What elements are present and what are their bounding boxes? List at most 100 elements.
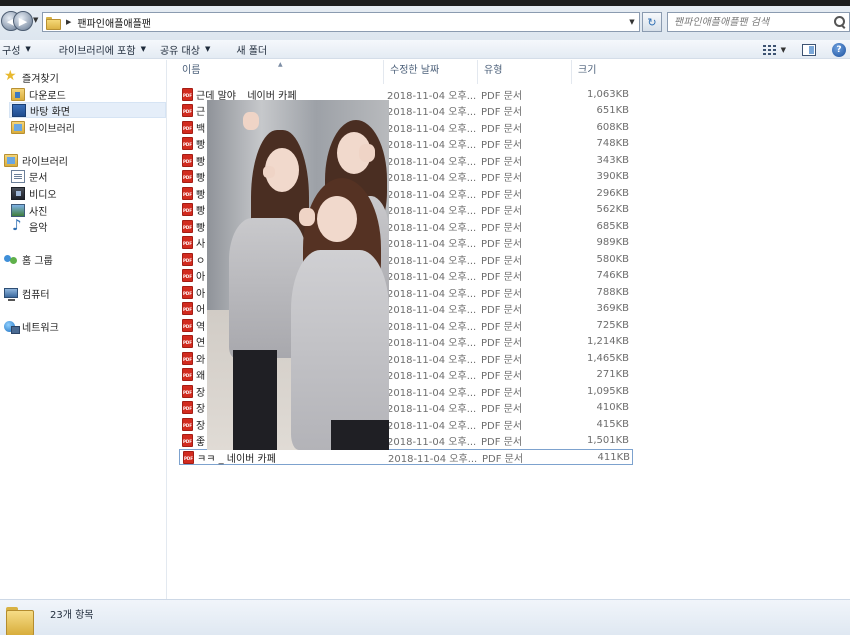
homegroup-icon [4, 253, 18, 266]
nav-favorites[interactable]: 즐겨찾기 [4, 68, 59, 85]
nav-item-downloads[interactable]: 다운로드 [11, 86, 66, 102]
nav-item-libraries-fav[interactable]: 라이브러리 [11, 119, 75, 135]
pdf-file-icon: PDF [182, 351, 193, 365]
file-size: 1,501KB [586, 435, 629, 446]
file-type: PDF 문서 [481, 387, 523, 399]
address-strip: ◀ ▶ ▼ ▶ 팬파인애플애플팬 ▼ ↻ [0, 0, 850, 40]
pdf-file-icon: PDF [182, 434, 193, 447]
music-icon [11, 216, 25, 234]
download-folder-icon [11, 87, 25, 101]
nav-label: 음악 [29, 222, 48, 234]
file-type: PDF 문서 [481, 420, 523, 432]
file-size: 1,095KB [586, 385, 629, 397]
file-size: 989KB [596, 237, 629, 248]
pdf-file-icon: PDF [182, 236, 193, 249]
nav-label: 라이브러리 [29, 123, 75, 135]
file-date: 2018-11-04 오후... [387, 321, 477, 333]
network-icon [4, 320, 20, 334]
nav-label: 즐겨찾기 [22, 73, 59, 85]
nav-libraries[interactable]: 라이브러리 [4, 152, 68, 168]
pdf-file-icon: PDF [182, 417, 193, 431]
pdf-file-icon: PDF [182, 318, 193, 332]
folder-icon [46, 16, 61, 30]
include-library-button[interactable]: 라이브러리에 포함 ▼ [57, 40, 156, 59]
file-size: 296KB [596, 187, 629, 199]
search-box[interactable] [667, 12, 850, 32]
file-size: 369KB [596, 303, 629, 314]
view-options-icon[interactable] [762, 44, 777, 56]
search-icon[interactable] [831, 14, 847, 30]
file-type: PDF 문서 [481, 189, 523, 201]
address-dropdown-icon[interactable]: ▼ [625, 18, 639, 26]
file-size: 1,063KB [586, 88, 629, 100]
nav-label: 문서 [29, 172, 48, 184]
command-bar: 구성 ▼ 라이브러리에 포함 ▼ 공유 대상 ▼ 새 폴더 ▼ ? [0, 40, 850, 59]
view-dropdown-icon[interactable]: ▼ [781, 46, 786, 54]
file-row[interactable]: PDF ㅋㅋ _ 네이버 카페 2018-11-04 오후... PDF 문서 411K… [179, 449, 633, 465]
file-size: 562KB [596, 204, 629, 215]
file-type: PDF 문서 [481, 239, 523, 250]
file-date: 2018-11-04 오후... [387, 387, 477, 399]
file-size: 271KB [596, 369, 629, 380]
preview-pane-icon[interactable] [802, 43, 816, 56]
pdf-file-icon: PDF [182, 186, 193, 200]
column-header-size[interactable]: 크기 [572, 60, 632, 84]
new-folder-label: 새 폴더 [236, 45, 268, 57]
address-bar[interactable]: ▶ 팬파인애플애플팬 ▼ [42, 12, 640, 32]
file-size: 746KB [596, 270, 629, 281]
breadcrumb-separator-icon[interactable]: ▶ [66, 18, 71, 26]
libraries-icon [4, 153, 18, 167]
file-type: PDF 문서 [481, 305, 523, 316]
star-icon [4, 68, 18, 84]
file-date: 2018-11-04 오후... [388, 453, 478, 465]
file-size: 390KB [596, 171, 629, 182]
file-type: PDF 문서 [481, 107, 523, 118]
nav-item-music[interactable]: 음악 [11, 216, 48, 234]
column-header-type[interactable]: 유형 [478, 60, 572, 84]
breadcrumb-current[interactable]: 팬파인애플애플팬 [77, 15, 625, 30]
nav-network[interactable]: 네트워크 [4, 318, 59, 334]
file-date: 2018-11-04 오후... [387, 305, 477, 316]
nav-label: 네트워크 [22, 322, 59, 334]
file-date: 2018-11-04 오후... [387, 404, 477, 415]
file-date: 2018-11-04 오후... [387, 107, 477, 118]
nav-item-desktop[interactable]: 바탕 화면 [9, 102, 166, 118]
file-type: PDF 문서 [481, 371, 523, 382]
file-type: PDF 문서 [481, 288, 523, 300]
file-size: 415KB [596, 418, 629, 430]
file-date: 2018-11-04 오후... [387, 371, 477, 382]
help-icon[interactable]: ? [832, 42, 846, 57]
file-date: 2018-11-04 오후... [387, 173, 477, 184]
search-input[interactable] [674, 16, 831, 28]
file-name: ㅋㅋ _ 네이버 카페 [197, 453, 276, 465]
pdf-file-icon: PDF [182, 219, 193, 233]
share-label: 공유 대상 [159, 45, 200, 57]
nav-label: 컴퓨터 [22, 289, 50, 301]
column-header-name[interactable]: 이름 [176, 60, 384, 84]
file-date: 2018-11-04 오후... [387, 354, 477, 366]
forward-button[interactable]: ▶ [13, 11, 33, 31]
new-folder-button[interactable]: 새 폴더 [222, 40, 277, 59]
library-folder-icon [11, 120, 25, 134]
file-type: PDF 문서 [481, 338, 523, 349]
file-type: PDF 문서 [481, 321, 523, 333]
nav-item-documents[interactable]: 문서 [11, 168, 47, 184]
chevron-down-icon: ▼ [25, 45, 31, 53]
nav-computer[interactable]: 컴퓨터 [4, 285, 50, 301]
file-type: PDF 문서 [481, 437, 523, 448]
share-button[interactable]: 공유 대상 ▼ [158, 40, 220, 59]
recent-pages-dropdown[interactable]: ▼ [33, 16, 38, 24]
organize-button[interactable]: 구성 ▼ [0, 40, 41, 59]
file-size: 1,465KB [586, 352, 629, 364]
nav-item-videos[interactable]: 비디오 [11, 185, 57, 201]
nav-homegroup[interactable]: 홈 그룹 [4, 251, 53, 267]
file-type: PDF 문서 [481, 354, 523, 366]
column-header-date[interactable]: 수정한 날짜 [384, 60, 478, 84]
pdf-file-icon: PDF [182, 87, 193, 101]
refresh-button[interactable]: ↻ [642, 12, 662, 32]
include-library-label: 라이브러리에 포함 [58, 45, 136, 57]
nav-label: 라이브러리 [22, 156, 68, 168]
file-type: PDF 문서 [481, 156, 523, 168]
file-date: 2018-11-04 오후... [387, 156, 477, 168]
nav-label: 홈 그룹 [22, 255, 53, 267]
